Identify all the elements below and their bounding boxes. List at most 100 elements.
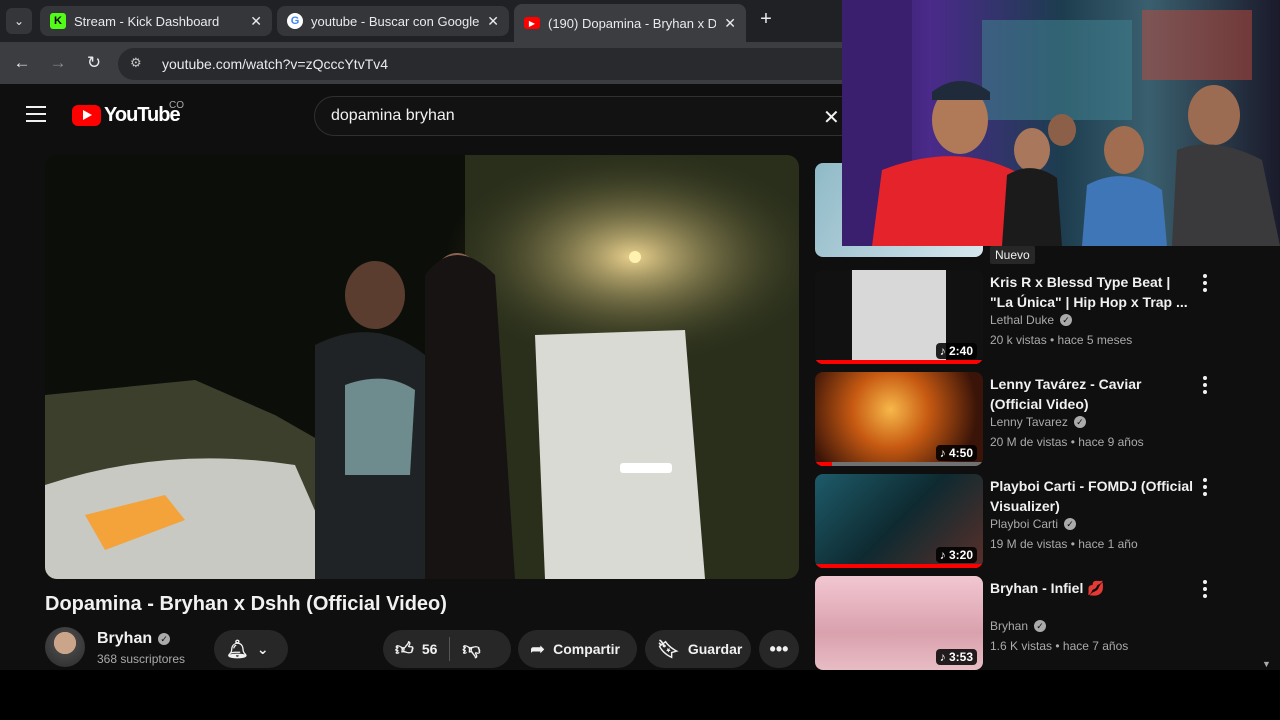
share-label: Compartir — [553, 641, 620, 657]
close-tab-icon[interactable]: ✕ — [250, 13, 262, 30]
youtube-play-icon — [72, 105, 101, 126]
related-channel[interactable]: Lethal Duke ✓ — [990, 313, 1073, 327]
video-frame — [45, 155, 799, 579]
taskbar-area — [0, 670, 1280, 720]
verified-icon: ✓ — [1034, 620, 1047, 632]
related-meta: 20 M de vistas • hace 9 años — [990, 435, 1144, 449]
scroll-down-arrow-icon[interactable]: ▼ — [1262, 659, 1271, 669]
verified-icon: ✓ — [1064, 518, 1077, 530]
reload-icon[interactable]: ↻ — [82, 51, 106, 75]
related-channel[interactable]: Playboi Carti ✓ — [990, 517, 1077, 531]
watch-progress — [815, 564, 983, 568]
subscriber-count: 368 suscriptores — [97, 652, 186, 666]
channel-name: Bryhan — [97, 630, 153, 647]
duration-text: 3:20 — [948, 548, 973, 562]
clear-search-icon[interactable]: ✕ — [823, 105, 840, 130]
related-channel-name: Lenny Tavarez — [990, 415, 1068, 429]
back-arrow-icon[interactable]: ← — [10, 51, 34, 75]
search-value: dopamina bryhan — [331, 107, 455, 124]
webcam-overlay — [842, 0, 1280, 246]
more-horizontal-icon: ••• — [769, 638, 789, 659]
menu-icon[interactable] — [26, 106, 46, 122]
close-tab-icon[interactable]: ✕ — [724, 15, 736, 32]
related-channel[interactable]: Bryhan ✓ — [990, 619, 1047, 633]
save-button[interactable]: 🔖︎ Guardar — [645, 630, 751, 668]
more-vertical-icon[interactable] — [1199, 478, 1211, 499]
like-divider — [449, 637, 451, 661]
new-badge: Nuevo — [990, 246, 1035, 264]
share-icon: ➦ — [530, 638, 546, 659]
watch-progress-track — [815, 462, 983, 466]
youtube-icon: ▶ — [524, 17, 540, 29]
duration-badge: ♪ 3:20 — [935, 547, 977, 563]
like-icon[interactable]: 👍︎ — [395, 638, 414, 660]
related-video-item[interactable]: ♪ 3:53 Bryhan - Infiel 💋 Bryhan ✓ 1.6 K v… — [815, 576, 1235, 670]
like-dislike-group: 👍︎ 56 👎︎ — [383, 630, 511, 668]
related-channel-name: Lethal Duke — [990, 313, 1055, 327]
kick-icon: K — [50, 13, 66, 29]
duration-badge: ♪ 2:40 — [935, 343, 977, 359]
forward-arrow-icon[interactable]: → — [46, 51, 70, 75]
related-video-item[interactable]: ♪ 3:20 Playboi Carti - FOMDJ (Official V… — [815, 474, 1235, 568]
duration-text: 2:40 — [948, 344, 973, 358]
verified-icon: ✓ — [1073, 416, 1086, 428]
verified-icon: ✓ — [158, 633, 171, 645]
save-label: Guardar — [687, 641, 743, 657]
watch-progress — [815, 462, 832, 466]
video-thumbnail[interactable]: ♪ 3:53 — [815, 576, 983, 670]
notification-bell-button[interactable]: 🔔︎ ⌄ — [214, 630, 288, 668]
channel-name-link[interactable]: Bryhan ✓ — [97, 630, 171, 648]
video-thumbnail[interactable]: ♪ 4:50 — [815, 372, 983, 466]
tab-kick-dashboard[interactable]: K Stream - Kick Dashboard ✕ — [40, 6, 272, 36]
related-video-title[interactable]: Playboi Carti - FOMDJ (Official Visualiz… — [990, 476, 1195, 516]
video-title: Dopamina - Bryhan x Dshh (Official Video… — [45, 593, 447, 615]
like-count[interactable]: 56 — [422, 641, 438, 657]
tab-title: (190) Dopamina - Bryhan x Dshh — [548, 15, 717, 31]
related-meta: 20 k vistas • hace 5 meses — [990, 333, 1133, 347]
site-settings-icon[interactable]: ⚙ — [130, 55, 148, 73]
search-input[interactable]: dopamina bryhan ✕ — [314, 96, 854, 136]
more-vertical-icon[interactable] — [1199, 376, 1211, 397]
tab-title: youtube - Buscar con Google — [311, 13, 480, 29]
duration-badge: ♪ 4:50 — [935, 445, 977, 461]
dislike-icon[interactable]: 👎︎ — [462, 638, 480, 660]
watch-progress — [815, 360, 983, 364]
video-thumbnail[interactable]: ♪ 2:40 — [815, 270, 983, 364]
tab-title: Stream - Kick Dashboard — [74, 13, 220, 29]
related-video-item[interactable]: ♪ 4:50 Lenny Tavárez - Caviar (Official … — [815, 372, 1235, 466]
related-channel[interactable]: Lenny Tavarez ✓ — [990, 415, 1086, 429]
close-tab-icon[interactable]: ✕ — [487, 13, 499, 30]
related-video-title[interactable]: Kris R x Blessd Type Beat | "La Única" |… — [990, 272, 1195, 312]
video-thumbnail[interactable]: ♪ 3:20 — [815, 474, 983, 568]
duration-badge: ♪ 3:53 — [935, 649, 977, 665]
tab-youtube-video[interactable]: ▶ (190) Dopamina - Bryhan x Dshh ✕ — [514, 4, 746, 42]
tab-google-search[interactable]: G youtube - Buscar con Google ✕ — [277, 6, 509, 36]
address-bar[interactable]: ⚙ youtube.com/watch?v=zQcccYtvTv4 — [118, 48, 858, 80]
webcam-feed — [842, 0, 1280, 246]
tab-search-menu-button[interactable]: ⌄ — [6, 8, 32, 34]
more-actions-button[interactable]: ••• — [759, 630, 799, 668]
google-icon: G — [287, 13, 303, 29]
related-video-title[interactable]: Bryhan - Infiel 💋 — [990, 578, 1195, 598]
video-player[interactable] — [45, 155, 799, 579]
bookmark-icon: 🔖︎ — [657, 638, 680, 659]
more-vertical-icon[interactable] — [1199, 580, 1211, 601]
url-text: youtube.com/watch?v=zQcccYtvTv4 — [162, 56, 389, 72]
duration-text: 3:53 — [948, 650, 973, 664]
related-meta: 19 M de vistas • hace 1 año — [990, 537, 1138, 551]
bell-icon: 🔔︎ — [226, 638, 249, 659]
verified-icon: ✓ — [1060, 314, 1073, 326]
new-tab-button[interactable]: + — [755, 8, 777, 30]
related-video-item[interactable]: ♪ 2:40 Kris R x Blessd Type Beat | "La Ú… — [815, 270, 1235, 364]
related-channel-name: Bryhan — [990, 619, 1029, 633]
related-video-title[interactable]: Lenny Tavárez - Caviar (Official Video) — [990, 374, 1195, 414]
more-vertical-icon[interactable] — [1199, 274, 1211, 295]
youtube-logo[interactable]: YouTube CO — [72, 100, 184, 127]
duration-text: 4:50 — [948, 446, 973, 460]
chevron-down-icon: ⌄ — [256, 640, 269, 657]
related-channel-name: Playboi Carti — [990, 517, 1059, 531]
related-meta: 1.6 K vistas • hace 7 años — [990, 639, 1129, 653]
share-button[interactable]: ➦ Compartir — [518, 630, 637, 668]
channel-avatar[interactable] — [45, 627, 85, 667]
country-code: CO — [169, 100, 184, 111]
